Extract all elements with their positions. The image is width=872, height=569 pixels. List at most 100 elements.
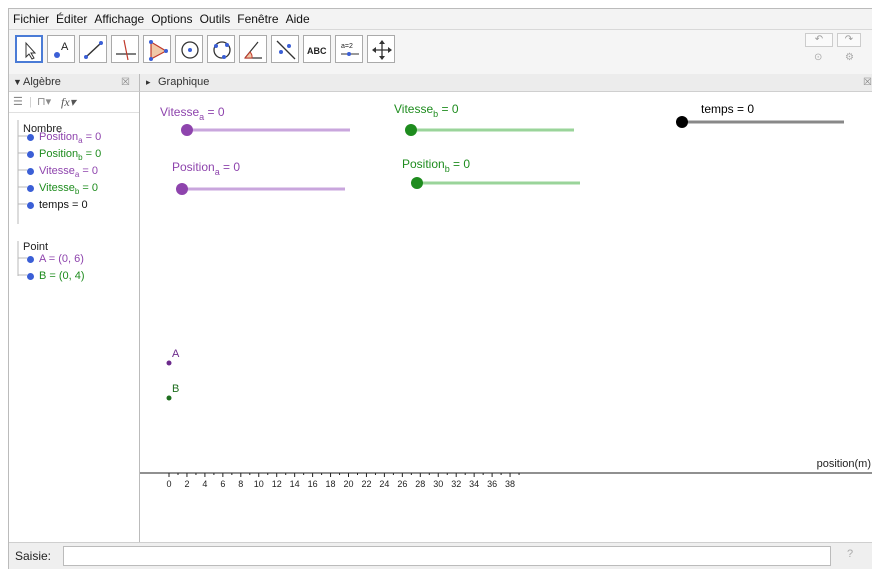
x-tick-label: 36	[487, 479, 497, 489]
circle-center-icon	[181, 41, 199, 59]
visibility-dot-icon[interactable]	[27, 201, 34, 209]
redo-icon: ↷	[844, 34, 854, 45]
settings-gear-icon[interactable]: ⚙	[845, 52, 854, 63]
graphics-panel-header: ▸ Graphique ☒	[140, 74, 872, 92]
algebra-subtoolbar: ☰ | ⊓▾ fx▾	[9, 92, 139, 113]
circle-three-points-icon	[213, 41, 231, 59]
input-help-icon[interactable]: ?	[847, 548, 853, 560]
x-tick-label: 32	[451, 479, 461, 489]
x-tick-label: 24	[379, 479, 389, 489]
item-name: Position	[39, 131, 79, 143]
angle-icon	[243, 41, 262, 59]
reflect-tool-button[interactable]	[271, 35, 299, 63]
menu-aide[interactable]: Aide	[282, 9, 313, 29]
item-value: = 0	[82, 148, 102, 160]
x-tick-label: 0	[166, 479, 171, 489]
item-value: = 0	[79, 165, 98, 177]
geogebra-window: Fichier Éditer Affichage Options Outils Fenêt…	[8, 8, 872, 569]
menu-affichage[interactable]: Affichage	[90, 9, 147, 29]
x-tick-label: 18	[326, 479, 336, 489]
slider-knob[interactable]	[405, 124, 417, 136]
point-a[interactable]	[166, 360, 172, 366]
menu-fenetre[interactable]: Fenêtre	[233, 9, 281, 29]
visibility-dot-icon[interactable]	[27, 184, 34, 192]
x-tick-label: 8	[238, 479, 243, 489]
slider-knob[interactable]	[676, 116, 688, 128]
x-tick-label: 16	[308, 479, 318, 489]
point-definition: B = (0, 4)	[39, 270, 85, 282]
visibility-dot-icon[interactable]	[27, 133, 34, 141]
input-bar: Saisie: ?	[9, 542, 872, 569]
close-algebra-icon[interactable]: ☒	[121, 74, 130, 91]
menu-fichier[interactable]: Fichier	[9, 9, 52, 29]
slider-knob[interactable]	[181, 124, 193, 136]
menu-bar: Fichier Éditer Affichage Options Outils Fenêt…	[9, 9, 872, 30]
circle-tool-button[interactable]	[175, 35, 203, 63]
point-tool-button[interactable]: A	[47, 35, 75, 63]
perpendicular-icon	[116, 39, 136, 61]
graphics-view[interactable]: Vitessea = 0 Vitesseb = 0 temps = 0 Positio…	[140, 92, 872, 542]
algebra-panel-header: ▼ Algèbre ☒	[9, 74, 140, 92]
polygon-tool-button[interactable]	[143, 35, 171, 63]
input-label: Saisie:	[15, 549, 52, 563]
x-axis-label: position(m)	[817, 458, 871, 470]
slider-label: Positionb = 0	[402, 157, 470, 174]
x-tick-label: 38	[505, 479, 515, 489]
x-tick-label: 10	[254, 479, 264, 489]
move-view-tool-button[interactable]	[367, 35, 395, 63]
x-tick-label: 30	[433, 479, 443, 489]
point-label: B	[172, 383, 179, 395]
algebra-item[interactable]: temps = 0	[27, 197, 88, 214]
redo-button[interactable]: ↷	[837, 33, 861, 47]
algebra-point-item[interactable]: B = (0, 4)	[27, 268, 85, 285]
point-label: A	[172, 348, 180, 360]
toggle-auxiliary-icon[interactable]: ☰	[13, 92, 23, 112]
input-field[interactable]	[63, 546, 831, 566]
expand-arrow-icon[interactable]: ▸	[146, 74, 151, 91]
visibility-dot-icon[interactable]	[27, 272, 34, 280]
x-tick-label: 6	[220, 479, 225, 489]
point-definition: A = (0, 6)	[39, 253, 84, 265]
undo-icon: ↶	[814, 34, 824, 45]
x-tick-label: 14	[290, 479, 300, 489]
x-tick-label: 20	[343, 479, 353, 489]
item-value: = 0	[82, 131, 102, 143]
point-b[interactable]	[166, 395, 172, 401]
text-tool-button[interactable]: ABC	[303, 35, 331, 63]
visibility-dot-icon[interactable]	[27, 150, 34, 158]
text-icon: ABC	[307, 46, 327, 56]
cursor-icon	[25, 41, 37, 60]
sort-icon[interactable]: ⊓▾	[37, 92, 51, 112]
slider-knob[interactable]	[411, 177, 423, 189]
graphics-title: Graphique	[158, 76, 210, 88]
point-icon: A	[54, 41, 69, 58]
visibility-dot-icon[interactable]	[27, 255, 34, 263]
item-name: Position	[39, 148, 79, 160]
algebra-point-item[interactable]: A = (0, 6)	[27, 251, 84, 268]
polygon-icon	[149, 40, 168, 61]
angle-tool-button[interactable]	[239, 35, 267, 63]
perpendicular-tool-button[interactable]	[111, 35, 139, 63]
circle-three-points-tool-button[interactable]	[207, 35, 235, 63]
svg-text:a=2: a=2	[341, 43, 353, 50]
move-tool-button[interactable]	[15, 35, 43, 63]
menu-outils[interactable]: Outils	[196, 9, 234, 29]
graphics-canvas[interactable]: Vitessea = 0 Vitesseb = 0 temps = 0 Positio…	[140, 92, 872, 542]
item-name: Vitesse	[39, 182, 75, 194]
item-name: Vitesse	[39, 165, 75, 177]
close-graphics-icon[interactable]: ☒	[863, 74, 872, 91]
slider-knob[interactable]	[176, 183, 188, 195]
visibility-dot-icon[interactable]	[27, 167, 34, 175]
function-icon[interactable]: fx▾	[61, 92, 76, 112]
svg-text:ABC: ABC	[307, 46, 327, 56]
segment-icon	[84, 41, 103, 59]
slider-icon: a=2	[341, 43, 359, 56]
x-tick-label: 4	[202, 479, 207, 489]
menu-options[interactable]: Options	[147, 9, 195, 29]
collapse-arrow-icon[interactable]: ▼	[13, 74, 22, 91]
undo-button[interactable]: ↶	[805, 33, 833, 47]
help-icon[interactable]: ⊙	[814, 52, 822, 63]
segment-tool-button[interactable]	[79, 35, 107, 63]
menu-editer[interactable]: Éditer	[52, 9, 90, 29]
slider-tool-button[interactable]: a=2	[335, 35, 363, 63]
